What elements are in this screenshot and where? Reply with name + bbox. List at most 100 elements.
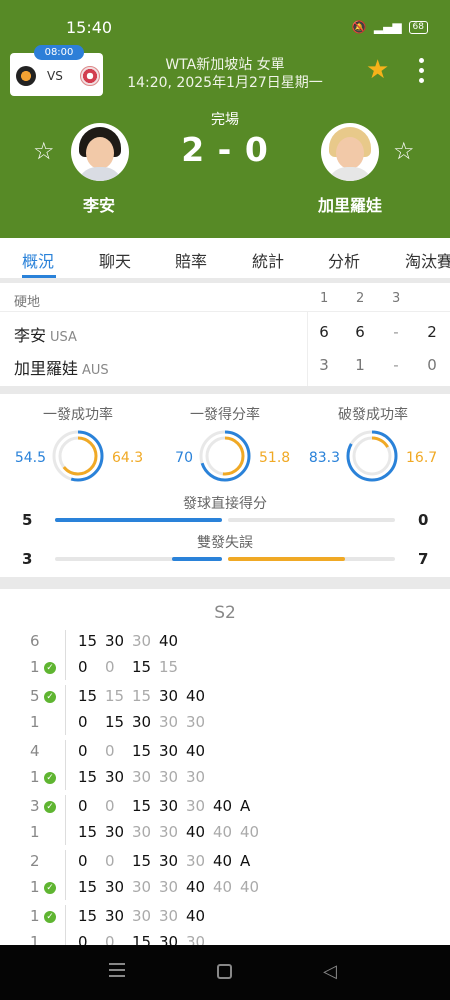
point-score: 0	[78, 713, 88, 731]
game-score-top: 1	[30, 907, 40, 925]
point-score: 15	[78, 823, 98, 841]
set-header-3: 3	[392, 291, 401, 306]
point-score: 15	[159, 658, 179, 676]
point-score: 0	[105, 742, 115, 760]
bar-title: 發球直接得分	[183, 496, 267, 512]
player1-name[interactable]: 李安	[39, 192, 159, 216]
set-scoreboard: 硬地 1 2 3 李安 USA 6 6 - 2 加里羅娃 AUS 3 1 - 0	[0, 283, 450, 386]
point-row-bottom: 0 15 30 30 30	[78, 713, 213, 731]
home-icon[interactable]	[217, 964, 232, 979]
point-row-top: 15 30 30 30 40	[78, 907, 213, 925]
server-check-icon: ✓	[44, 662, 56, 674]
scoreboard-row-player1: 李安 USA	[14, 322, 77, 346]
game-score-bottom: 1	[30, 823, 40, 841]
set-score: 1	[355, 356, 365, 374]
set-score: 3	[319, 356, 329, 374]
stat-left-value: 70	[175, 450, 193, 466]
point-score: 30	[132, 878, 152, 896]
point-score: 30	[159, 742, 179, 760]
tab-overview[interactable]: 概況	[22, 248, 54, 272]
point-score: 30	[186, 852, 206, 870]
point-by-point-panel: S2 6 1 ✓ 15 30 30 40 0 0 15 15 5 1 ✓ 15 15 15 30 40 0 15 30 30…	[0, 589, 450, 949]
game-score-top: 4	[30, 742, 40, 760]
status-bar: 15:40 🔕 ▂▄▆ 68	[0, 0, 450, 48]
bar-right-value: 7	[418, 550, 429, 568]
game-score-top: 6	[30, 632, 40, 650]
point-row-top: 0 0 15 30 40	[78, 742, 213, 760]
avatar-face	[86, 137, 114, 169]
bar-fill	[55, 518, 222, 522]
point-score: 40	[186, 742, 206, 760]
point-score: 0	[105, 852, 115, 870]
avatar-body	[77, 167, 123, 181]
total-sets: 2	[427, 323, 437, 341]
country-code: USA	[50, 330, 77, 345]
battery-icon: 68	[408, 20, 428, 34]
player2-avatar[interactable]	[321, 123, 379, 181]
point-score: 40	[213, 852, 233, 870]
point-row-top: 0 0 15 30 30 40 A	[78, 797, 267, 815]
server-check-icon: ✓	[44, 911, 56, 923]
point-score: 30	[186, 713, 206, 731]
favorite-star-icon[interactable]: ★	[366, 57, 389, 83]
point-score: 15	[132, 852, 152, 870]
ring-chart	[52, 430, 104, 482]
point-score: A	[240, 797, 251, 815]
follow-player1-star-icon[interactable]: ☆	[33, 139, 55, 163]
point-score: 30	[186, 797, 206, 815]
point-score: 30	[132, 632, 152, 650]
point-score: 30	[159, 852, 179, 870]
point-row-bottom: 15 30 30 30 40 40 40	[78, 878, 267, 896]
divider	[65, 630, 66, 680]
game-score-bottom: 1	[30, 878, 40, 896]
point-score: 40	[213, 878, 233, 896]
divider	[65, 740, 66, 790]
game-score-top: 2	[30, 852, 40, 870]
tab-analysis[interactable]: 分析	[328, 248, 360, 272]
point-score: 40	[213, 823, 233, 841]
player-name: 李安	[14, 326, 47, 345]
point-score: 40	[240, 823, 260, 841]
stats-panel: 一發成功率 54.5 64.3 一發得分率 70 51.8 破發成功率 83.3…	[0, 394, 450, 577]
set-label: S2	[214, 603, 236, 623]
bar-fill	[171, 557, 222, 561]
player-name: 加里羅娃	[14, 359, 79, 378]
tab-knockout[interactable]: 淘汰賽	[405, 248, 450, 272]
point-score: 30	[159, 878, 179, 896]
tab-odds[interactable]: 賠率	[175, 248, 207, 272]
point-score: 0	[105, 658, 115, 676]
avatar-body	[327, 167, 373, 181]
set-header-2: 2	[356, 291, 365, 306]
server-check-icon: ✓	[44, 882, 56, 894]
point-score: 0	[78, 658, 88, 676]
recent-apps-icon[interactable]	[109, 963, 125, 977]
point-score: 15	[105, 687, 125, 705]
point-score: 30	[159, 687, 179, 705]
player1-avatar[interactable]	[71, 123, 129, 181]
bar-left-value: 3	[22, 550, 33, 568]
bar-left-value: 5	[22, 511, 33, 529]
set-score: 6	[319, 323, 329, 341]
follow-player2-star-icon[interactable]: ☆	[393, 139, 415, 163]
stat-ring	[52, 430, 104, 482]
match-status: 完場	[211, 112, 239, 128]
point-row-top: 15 15 15 30 40	[78, 687, 213, 705]
stat-left-value: 54.5	[14, 450, 46, 466]
tab-chat[interactable]: 聊天	[99, 248, 131, 272]
game-score-bottom: 1	[30, 658, 40, 676]
more-options-icon[interactable]	[414, 58, 428, 84]
point-score: 30	[132, 823, 152, 841]
divider	[307, 312, 308, 386]
back-icon[interactable]: ◁	[323, 963, 337, 981]
player2-name[interactable]: 加里羅娃	[290, 192, 410, 216]
set-score: -	[393, 356, 399, 374]
point-score: 0	[78, 852, 88, 870]
point-score: 30	[105, 823, 125, 841]
point-score: 40	[186, 687, 206, 705]
point-score: 40	[213, 797, 233, 815]
system-nav-bar: ◁	[0, 945, 450, 1000]
tab-statistics[interactable]: 統計	[252, 248, 284, 272]
point-score: 30	[105, 907, 125, 925]
match-header: 15:40 🔕 ▂▄▆ 68 08:00 VS WTA新加坡站 女單 14:20…	[0, 0, 450, 238]
status-time: 15:40	[66, 18, 113, 37]
